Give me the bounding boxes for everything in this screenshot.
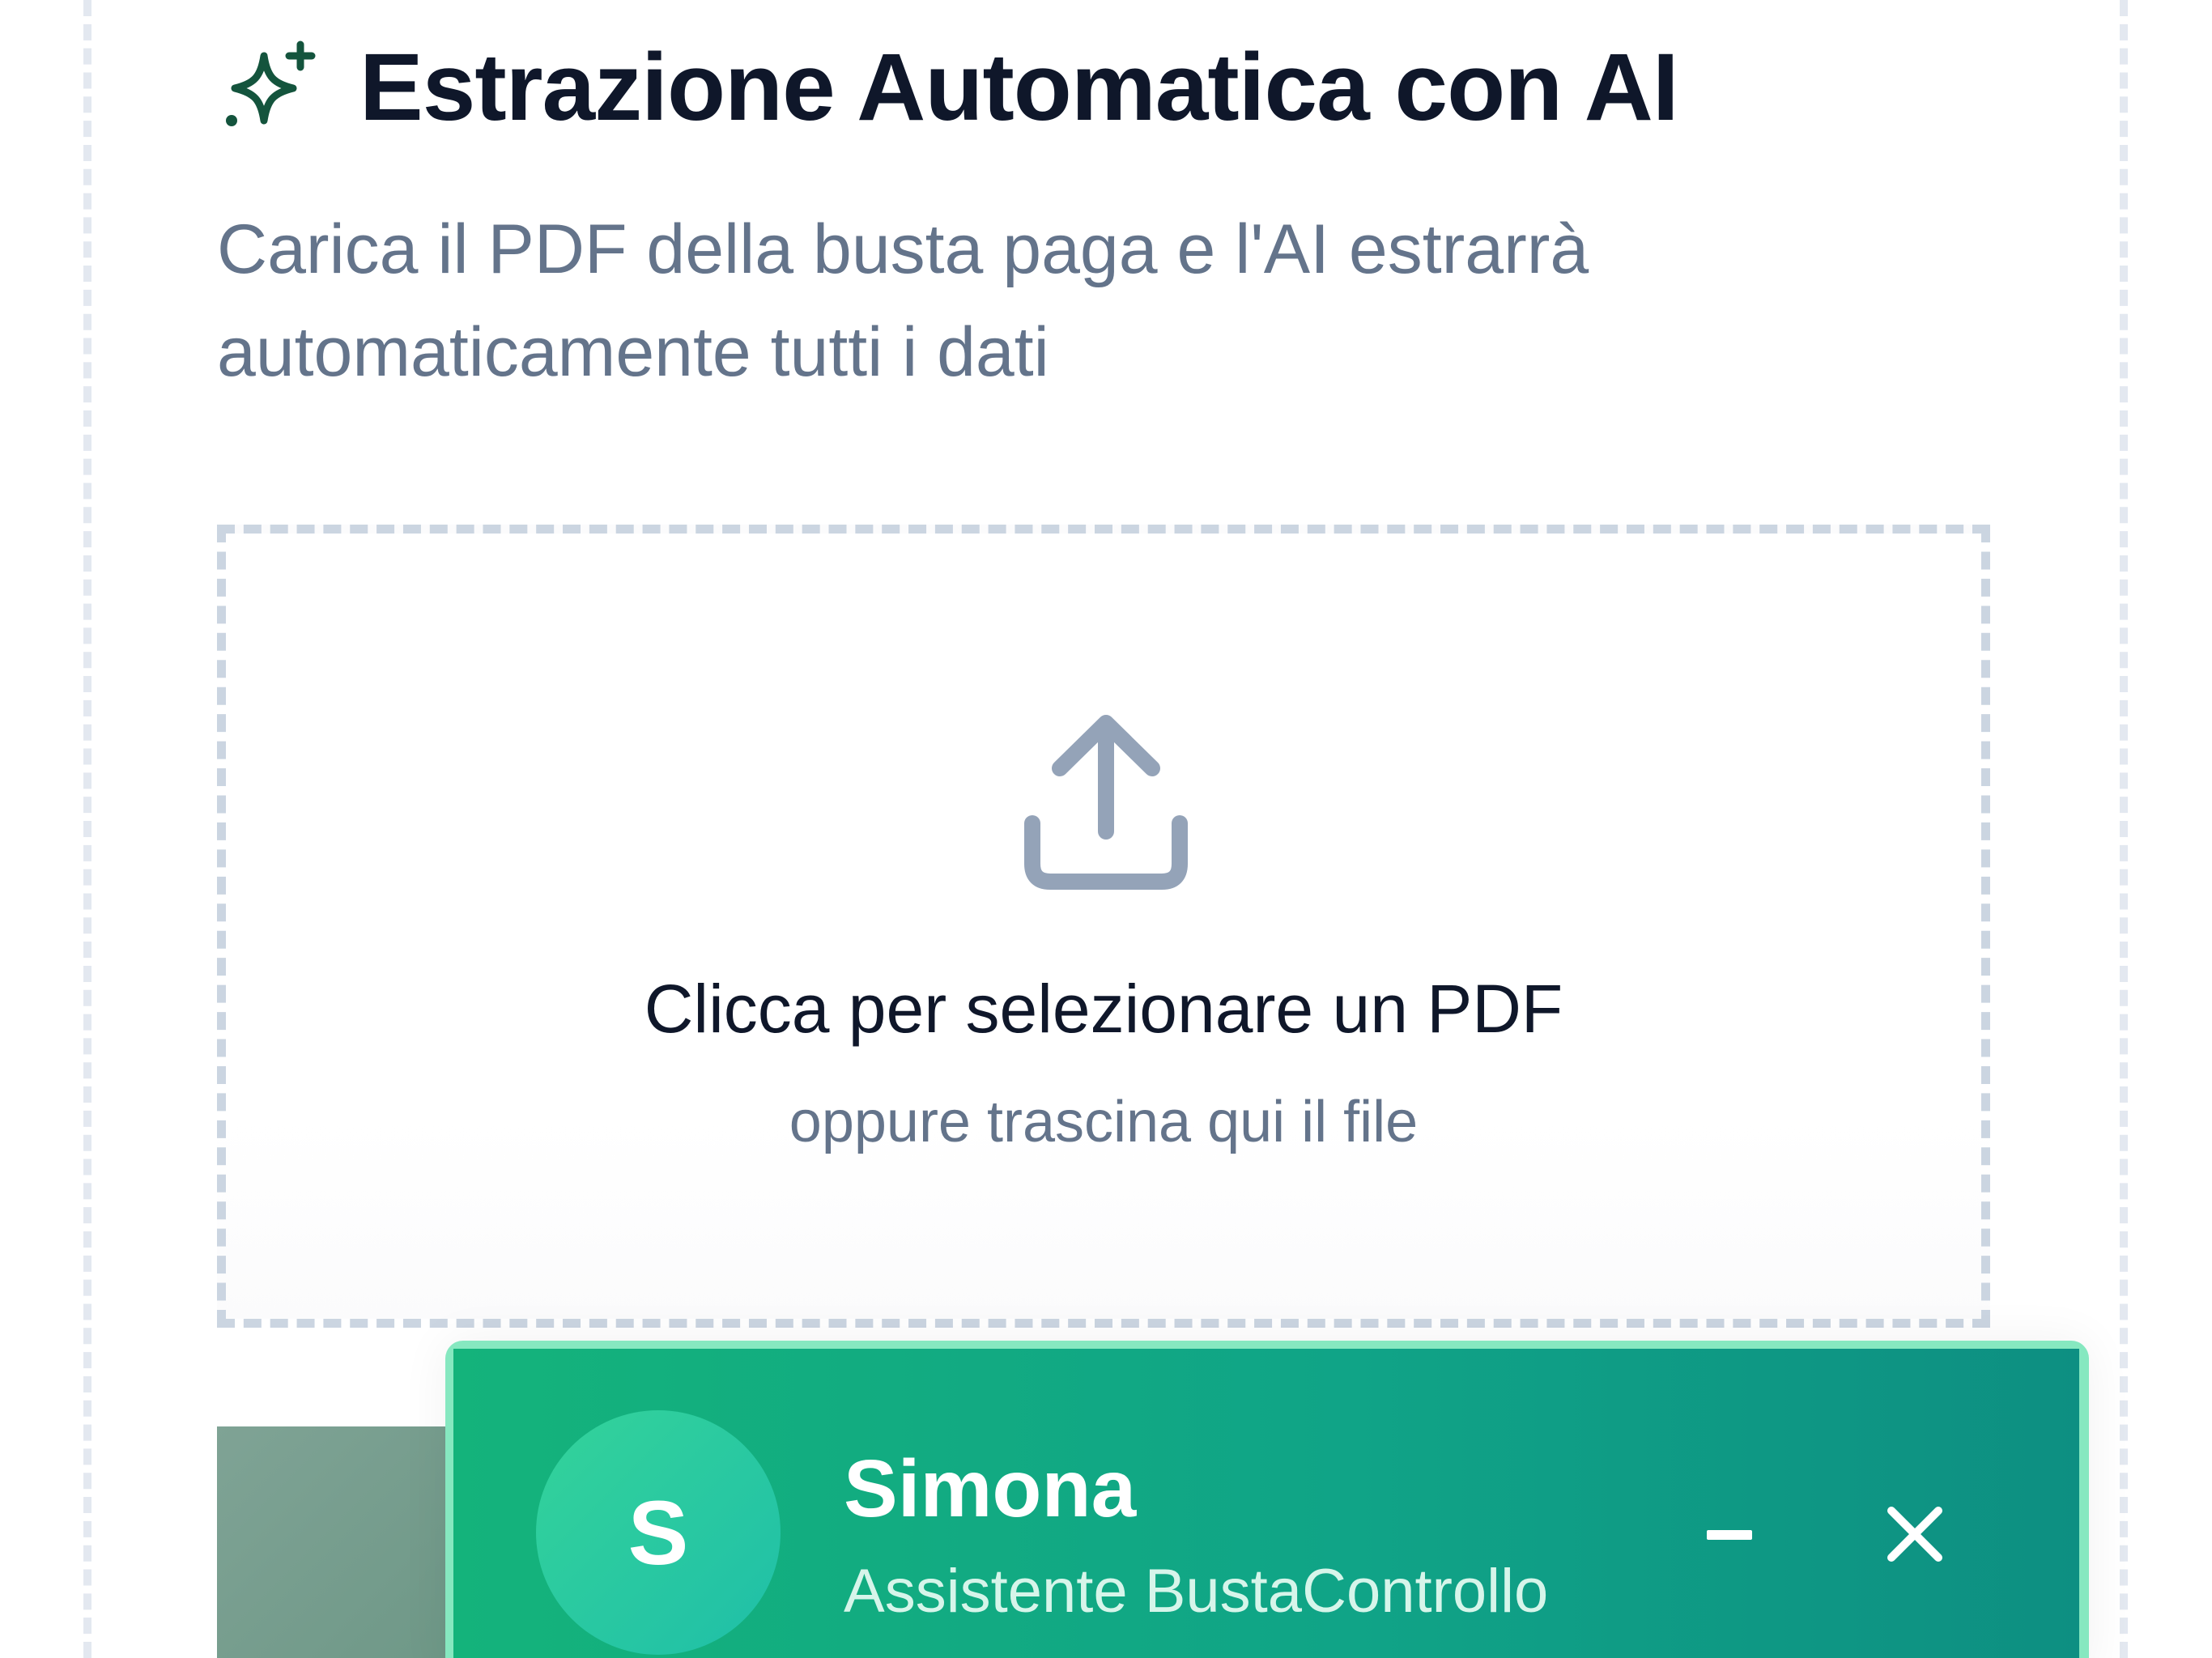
minimize-button[interactable] <box>1692 1498 1765 1571</box>
minus-icon <box>1707 1530 1752 1540</box>
pdf-dropzone[interactable] <box>217 525 1990 1328</box>
app-page: Estrazione Automatica con AI Carica il P… <box>0 0 2212 1658</box>
page-title: Estrazione Automatica con AI <box>359 34 1679 141</box>
dropzone-title: Clicca per selezionare un PDF <box>644 971 1563 1047</box>
avatar-initial: S <box>627 1482 689 1584</box>
section-header: Estrazione Automatica con AI <box>217 32 1679 142</box>
card-border-left <box>83 0 91 1658</box>
assistant-name: Simona <box>844 1443 1137 1534</box>
assistant-role: Assistente BustaControllo <box>844 1557 1549 1626</box>
sparkles-icon <box>226 40 316 126</box>
hidden-preview-block <box>217 1426 484 1658</box>
avatar: S <box>536 1410 781 1655</box>
card-border-right <box>2120 0 2128 1658</box>
upload-icon <box>1024 715 1188 890</box>
close-button[interactable] <box>1878 1498 1951 1571</box>
page-subtitle: Carica il PDF della busta paga e l'AI es… <box>217 210 1589 391</box>
dropzone-hint: oppure trascina qui il file <box>789 1090 1419 1154</box>
close-icon <box>1887 1507 1942 1562</box>
